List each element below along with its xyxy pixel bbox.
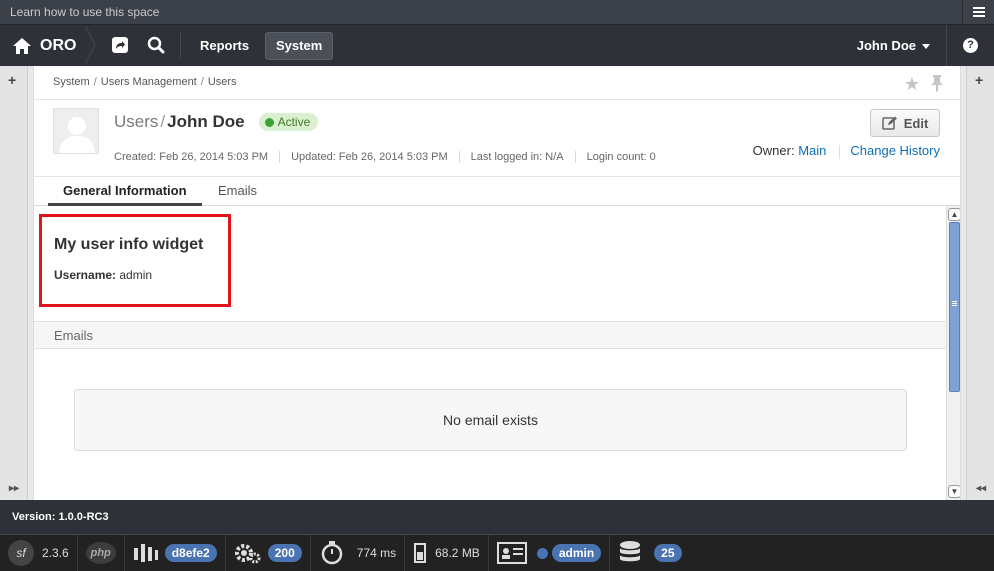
created-date: Created: Feb 26, 2014 5:03 PM — [114, 151, 269, 163]
owner-label: Owner: — [752, 143, 795, 158]
debug-toolbar: sf 2.3.6 php d8efe2 200 774 ms 68.2 MB a… — [0, 534, 994, 571]
id-card-icon — [496, 542, 527, 564]
widget-title: My user info widget — [54, 236, 204, 253]
avatar — [53, 108, 99, 154]
highlight-frame — [39, 214, 231, 307]
query-count-badge: 25 — [654, 544, 682, 562]
symfony-version: 2.3.6 — [42, 546, 69, 560]
help-strip-text[interactable]: Learn how to use this space — [10, 5, 159, 19]
user-silhouette-icon — [59, 117, 95, 153]
add-widget-left-icon[interactable]: + — [8, 72, 16, 88]
pin-icon[interactable] — [930, 74, 944, 92]
favorite-star-icon[interactable]: ★ — [904, 74, 920, 95]
stopwatch-icon — [321, 541, 343, 565]
toolbar-memory[interactable]: 68.2 MB — [405, 535, 489, 571]
left-sidebar: + ▸▸ — [0, 66, 28, 500]
status-dot-icon — [264, 117, 274, 127]
nav-separator — [180, 33, 181, 59]
owner-row: Owner: Main Change History — [753, 143, 940, 159]
nav-system[interactable]: System — [265, 32, 334, 60]
home-icon — [13, 37, 31, 54]
config-bars-icon — [133, 544, 158, 562]
header-divider — [34, 99, 960, 100]
right-sidebar: + ◂◂ — [966, 66, 994, 500]
scroll-down-icon[interactable]: ▼ — [948, 485, 960, 498]
hamburger-menu-icon[interactable] — [962, 0, 994, 24]
help-strip: Learn how to use this space — [0, 0, 994, 24]
entity-label[interactable]: Users — [114, 112, 158, 132]
status-text: Active — [277, 115, 311, 129]
toolbar-config[interactable]: d8efe2 — [125, 535, 226, 571]
question-icon: ? — [963, 38, 978, 53]
emails-section-title: Emails — [34, 321, 946, 349]
status-badge: Active — [258, 113, 319, 131]
user-name: John Doe — [167, 112, 245, 131]
breadcrumb-item: Users — [207, 76, 237, 88]
change-history-link[interactable]: Change History — [850, 143, 940, 158]
username-row: Username: admin — [54, 268, 152, 282]
status-code-badge: 200 — [267, 544, 302, 562]
edit-icon — [881, 116, 897, 130]
tab-general-information[interactable]: General Information — [48, 177, 202, 206]
edit-label: Edit — [903, 115, 929, 131]
version-bar: Version: 1.0.0-RC3 — [0, 500, 994, 534]
app-logo[interactable]: ORO — [0, 25, 96, 66]
memory-icon — [414, 543, 427, 563]
owner-link[interactable]: Main — [798, 143, 826, 158]
edit-button[interactable]: Edit — [870, 109, 940, 137]
logo-text: ORO — [40, 36, 77, 54]
breadcrumb-item: System — [53, 76, 90, 88]
breadcrumb-item: Users Management — [100, 76, 197, 88]
database-icon — [620, 541, 641, 562]
toolbar-time[interactable]: 774 ms — [311, 535, 406, 571]
gears-icon — [234, 544, 261, 564]
toolbar-security[interactable]: admin — [489, 535, 611, 571]
caret-down-icon — [922, 44, 930, 50]
php-icon: php — [85, 542, 116, 564]
meta-row: Created: Feb 26, 2014 5:03 PM Updated: F… — [114, 151, 667, 163]
updated-date: Updated: Feb 26, 2014 5:03 PM — [279, 151, 459, 163]
add-widget-right-icon[interactable]: + — [975, 72, 983, 88]
toolbar-database[interactable]: 25 — [610, 535, 689, 571]
auth-status-dot-icon — [536, 547, 548, 559]
vertical-scrollbar[interactable]: ▲ ▼ — [946, 206, 960, 500]
share-icon[interactable] — [110, 35, 130, 55]
username-value: admin — [119, 268, 153, 282]
breadcrumb: System / Users Management / Users — [53, 76, 237, 88]
empty-emails-message: No email exists — [74, 389, 907, 451]
toolbar-request[interactable]: 200 — [226, 535, 311, 571]
help-button[interactable]: ? — [946, 25, 994, 66]
time-value: 774 ms — [356, 546, 397, 560]
toolbar-symfony[interactable]: sf 2.3.6 — [0, 535, 78, 571]
logo-divider-inner — [84, 25, 94, 65]
top-navigation: ORO Reports System John Doe ? — [0, 24, 994, 66]
memory-value: 68.2 MB — [435, 546, 480, 560]
symfony-icon: sf — [8, 540, 34, 566]
tab-emails[interactable]: Emails — [203, 177, 272, 206]
toolbar-php[interactable]: php — [78, 535, 125, 571]
username-label: Username: — [54, 268, 117, 282]
login-count: Login count: 0 — [574, 151, 667, 163]
page-title: Users / John Doe Active — [114, 112, 319, 132]
last-logged-in: Last logged in: N/A — [458, 151, 575, 163]
expand-left-icon[interactable]: ▸▸ — [9, 483, 19, 494]
user-menu-name: John Doe — [856, 38, 916, 53]
search-icon[interactable] — [146, 35, 166, 55]
scrollbar-thumb[interactable] — [949, 222, 960, 392]
tabs-bar: General Information Emails — [34, 176, 960, 206]
main-content: System / Users Management / Users ★ Users / … — [33, 66, 961, 500]
user-menu[interactable]: John Doe — [857, 25, 930, 66]
content-scroll-area: My user info widget Username: admin Emai… — [34, 206, 946, 500]
scroll-up-icon[interactable]: ▲ — [948, 208, 960, 221]
expand-right-icon[interactable]: ◂◂ — [976, 483, 986, 494]
token-badge: d8efe2 — [164, 544, 217, 562]
nav-reports[interactable]: Reports — [190, 32, 259, 60]
security-user-badge: admin — [551, 544, 602, 562]
